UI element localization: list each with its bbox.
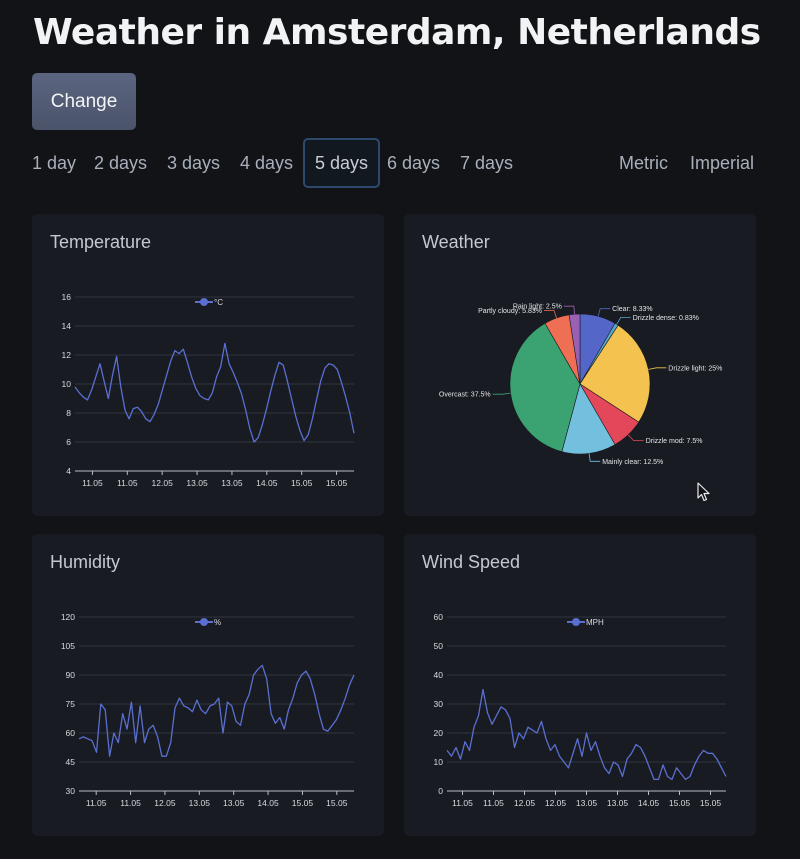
x-tick-label: 13.05 [221,478,243,488]
pie-label-line [648,367,667,370]
tab-5-days[interactable]: 5 days [303,138,380,188]
pie-label-line [544,310,557,319]
mouse-pointer-icon [697,482,710,502]
weather-card: Weather Clear: 8.33% Drizzle dense: 0.83%… [404,214,756,516]
pie-label-line [588,453,601,462]
tab-2-days[interactable]: 2 days [94,138,147,188]
x-tick-label: 11.05 [120,798,141,808]
x-tick-label: 11.05 [117,478,138,488]
y-tick-label: 75 [66,699,76,709]
y-tick-label: 8 [66,408,71,418]
pie-label-line [597,308,611,317]
x-tick-label: 11.05 [86,798,107,808]
y-tick-label: 60 [66,728,76,738]
legend-marker [200,618,208,626]
x-tick-label: 15.05 [326,798,348,808]
y-tick-label: 10 [434,757,444,767]
pie-slice-label: Rain light: 2.5% [513,304,562,311]
tab-6-days[interactable]: 6 days [387,138,440,188]
pie-slice-label: Drizzle mod: 7.5% [646,438,703,445]
y-tick-label: 30 [434,699,444,709]
legend-marker [572,618,580,626]
tab-metric[interactable]: Metric [619,138,668,188]
tab-4-days[interactable]: 4 days [240,138,293,188]
series-line[interactable] [446,688,727,781]
y-tick-label: 16 [62,292,72,302]
x-tick-label: 13.05 [607,798,629,808]
range-tabs: 1 day 2 days 3 days 4 days 5 days 6 days… [0,138,800,188]
y-tick-label: 45 [66,757,76,767]
series-line[interactable] [74,342,355,443]
x-tick-label: 11.05 [82,478,103,488]
x-tick-label: 12.05 [514,798,536,808]
y-tick-label: 60 [434,612,444,622]
legend-marker [200,298,208,306]
y-tick-label: 105 [61,641,75,651]
pie-slice-label: Drizzle dense: 0.83% [633,315,699,322]
pie-label-line [563,305,575,315]
tab-imperial[interactable]: Imperial [690,138,754,188]
tab-1-day[interactable]: 1 day [32,138,76,188]
x-tick-label: 13.05 [223,798,245,808]
pie-slice-label: Drizzle light: 25% [668,365,722,372]
y-tick-label: 4 [66,466,71,476]
x-tick-label: 14.05 [638,798,660,808]
x-tick-label: 15.05 [292,798,314,808]
wind-speed-chart[interactable]: 0 10 20 30 40 50 60 11.05 11.05 12.05 12.05 13.05 13… [404,534,756,836]
legend-label: % [214,618,221,627]
page-title: Weather in Amsterdam, Netherlands [33,12,761,53]
y-tick-label: 14 [62,321,72,331]
x-tick-label: 11.05 [483,798,504,808]
x-tick-label: 12.05 [545,798,567,808]
pie-slice-label: Clear: 8.33% [612,306,652,313]
tab-7-days[interactable]: 7 days [460,138,513,188]
y-tick-label: 20 [434,728,444,738]
x-tick-label: 12.05 [154,798,176,808]
legend-label: MPH [586,618,604,627]
tab-3-days[interactable]: 3 days [167,138,220,188]
legend-label: °C [214,298,223,307]
x-tick-label: 12.05 [152,478,174,488]
x-tick-label: 11.05 [452,798,473,808]
y-tick-label: 6 [66,437,71,447]
pie-label-line [616,317,631,325]
x-tick-label: 15.05 [291,478,313,488]
y-tick-label: 10 [62,379,72,389]
x-tick-label: 13.05 [189,798,211,808]
series-line[interactable] [78,664,355,757]
change-location-button[interactable]: Change [32,73,136,130]
weather-pie-chart[interactable]: Clear: 8.33% Drizzle dense: 0.83% Drizzle … [404,214,756,516]
y-tick-label: 50 [434,641,444,651]
pie-slice-label: Overcast: 37.5% [439,392,491,399]
humidity-chart[interactable]: 30 45 60 75 90 105 120 11.05 11.05 12.05 13.05 13.0… [32,534,384,836]
y-tick-label: 12 [62,350,72,360]
temperature-card: Temperature 4 6 8 10 12 14 16 11.05 11.05 12.05 13… [32,214,384,516]
pie-slice-label: Mainly clear: 12.5% [602,459,663,466]
x-tick-label: 15.05 [669,798,691,808]
pie-label-line [627,434,644,442]
pie-label-line [492,392,511,395]
x-tick-label: 13.05 [576,798,598,808]
y-tick-label: 0 [438,786,443,796]
wind-card: Wind Speed 0 10 20 30 40 50 60 11.05 11.05 12.05 1… [404,534,756,836]
x-tick-label: 14.05 [256,478,278,488]
x-tick-label: 14.05 [257,798,279,808]
x-tick-label: 15.05 [700,798,722,808]
y-tick-label: 40 [434,670,444,680]
humidity-card: Humidity 30 45 60 75 90 105 120 11.05 11.05 12.05… [32,534,384,836]
y-tick-label: 30 [66,786,76,796]
y-tick-label: 90 [66,670,76,680]
y-tick-label: 120 [61,612,75,622]
x-tick-label: 13.05 [186,478,208,488]
temperature-chart[interactable]: 4 6 8 10 12 14 16 11.05 11.05 12.05 13.05 13.05 14.0… [32,214,384,516]
x-tick-label: 15.05 [326,478,348,488]
